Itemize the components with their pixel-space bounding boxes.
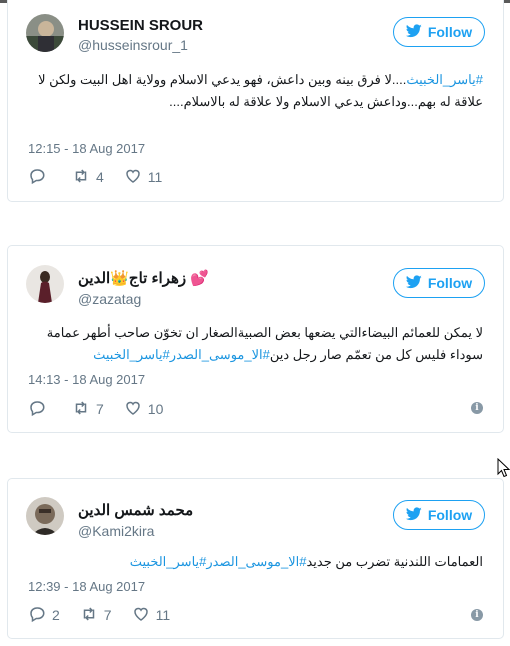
avatar[interactable] bbox=[26, 497, 64, 535]
retweet-icon bbox=[72, 399, 90, 420]
twitter-bird-icon bbox=[405, 23, 422, 41]
heart-icon bbox=[124, 167, 142, 188]
hashtag-links[interactable]: #الا_موسى_الصدر#ياسر_الخبيث bbox=[130, 554, 307, 569]
tweet-body: العمامات اللندنية تضرب من جديد bbox=[306, 554, 483, 569]
mouse-cursor-icon bbox=[497, 457, 510, 483]
retweet-button[interactable]: 7 bbox=[72, 399, 104, 420]
hashtag-link[interactable]: #ياسر_الخبيث bbox=[406, 72, 483, 87]
heart-icon bbox=[132, 605, 150, 626]
avatar[interactable] bbox=[26, 265, 64, 303]
like-button[interactable]: 11 bbox=[124, 167, 163, 188]
tweet-text: العمامات اللندنية تضرب من جديد#الا_موسى_… bbox=[28, 551, 483, 573]
tweet-card-3[interactable]: محمد شمس الدين @Kami2kira Follow العماما… bbox=[7, 478, 504, 639]
reply-button[interactable] bbox=[28, 399, 52, 420]
timestamp[interactable]: 14:13 - 18 Aug 2017 bbox=[28, 372, 145, 387]
retweet-count: 7 bbox=[103, 607, 112, 623]
reply-icon bbox=[28, 399, 46, 420]
follow-label: Follow bbox=[427, 507, 473, 523]
like-button[interactable]: 11 bbox=[132, 605, 171, 626]
display-name[interactable]: زهراء تاج👑الدين 💕 bbox=[78, 269, 209, 287]
retweet-icon bbox=[80, 605, 98, 626]
tweet-actions: 2 7 11 bbox=[28, 605, 190, 625]
user-handle[interactable]: @husseinsrour_1 bbox=[78, 37, 188, 53]
avatar[interactable] bbox=[26, 14, 64, 52]
like-button[interactable]: 10 bbox=[124, 399, 164, 420]
user-handle[interactable]: @Kami2kira bbox=[78, 523, 154, 539]
tweet-actions: 4 11 bbox=[28, 167, 182, 187]
info-icon[interactable]: i bbox=[471, 402, 483, 414]
twitter-bird-icon bbox=[405, 506, 422, 524]
retweet-count: 4 bbox=[96, 169, 104, 185]
follow-button[interactable]: Follow bbox=[393, 500, 485, 530]
display-name[interactable]: محمد شمس الدين bbox=[78, 501, 193, 519]
user-handle[interactable]: @zazatag bbox=[78, 291, 141, 307]
tweet-card-2[interactable]: زهراء تاج👑الدين 💕 @zazatag Follow لا يمك… bbox=[7, 245, 504, 433]
retweet-button[interactable]: 7 bbox=[80, 605, 112, 626]
retweet-button[interactable]: 4 bbox=[72, 167, 104, 188]
timestamp[interactable]: 12:15 - 18 Aug 2017 bbox=[28, 141, 145, 156]
info-icon[interactable]: i bbox=[471, 609, 483, 621]
like-count: 10 bbox=[147, 401, 164, 417]
tweet-actions: 7 10 bbox=[28, 399, 183, 419]
follow-label: Follow bbox=[427, 275, 473, 291]
tweet-text: لا يمكن للعمائم البيضاءالتي يضعها بعض ال… bbox=[28, 322, 483, 366]
heart-emoji: 💕 bbox=[190, 270, 209, 287]
timestamp[interactable]: 12:39 - 18 Aug 2017 bbox=[28, 579, 145, 594]
reply-button[interactable] bbox=[28, 167, 52, 188]
like-count: 11 bbox=[155, 607, 171, 623]
like-count: 11 bbox=[147, 169, 163, 185]
hashtag-links[interactable]: #الا_موسى_الصدر#ياسر_الخبيث bbox=[93, 347, 270, 362]
tweet-card-1[interactable]: HUSSEIN SROUR @husseinsrour_1 Follow #يا… bbox=[7, 0, 504, 202]
follow-label: Follow bbox=[427, 24, 473, 40]
tweet-text: #ياسر_الخبيث....لا فرق بينه وبين داعش، ف… bbox=[28, 69, 483, 113]
retweet-count: 7 bbox=[96, 401, 104, 417]
reply-icon bbox=[28, 605, 46, 626]
reply-icon bbox=[28, 167, 46, 188]
display-name[interactable]: HUSSEIN SROUR bbox=[78, 17, 203, 34]
retweet-icon bbox=[72, 167, 90, 188]
reply-count: 2 bbox=[52, 607, 60, 623]
follow-button[interactable]: Follow bbox=[393, 17, 485, 47]
reply-button[interactable]: 2 bbox=[28, 605, 60, 626]
name-text: زهراء تاج👑الدين bbox=[78, 270, 187, 287]
twitter-bird-icon bbox=[405, 274, 422, 292]
heart-icon bbox=[124, 399, 142, 420]
follow-button[interactable]: Follow bbox=[393, 268, 485, 298]
